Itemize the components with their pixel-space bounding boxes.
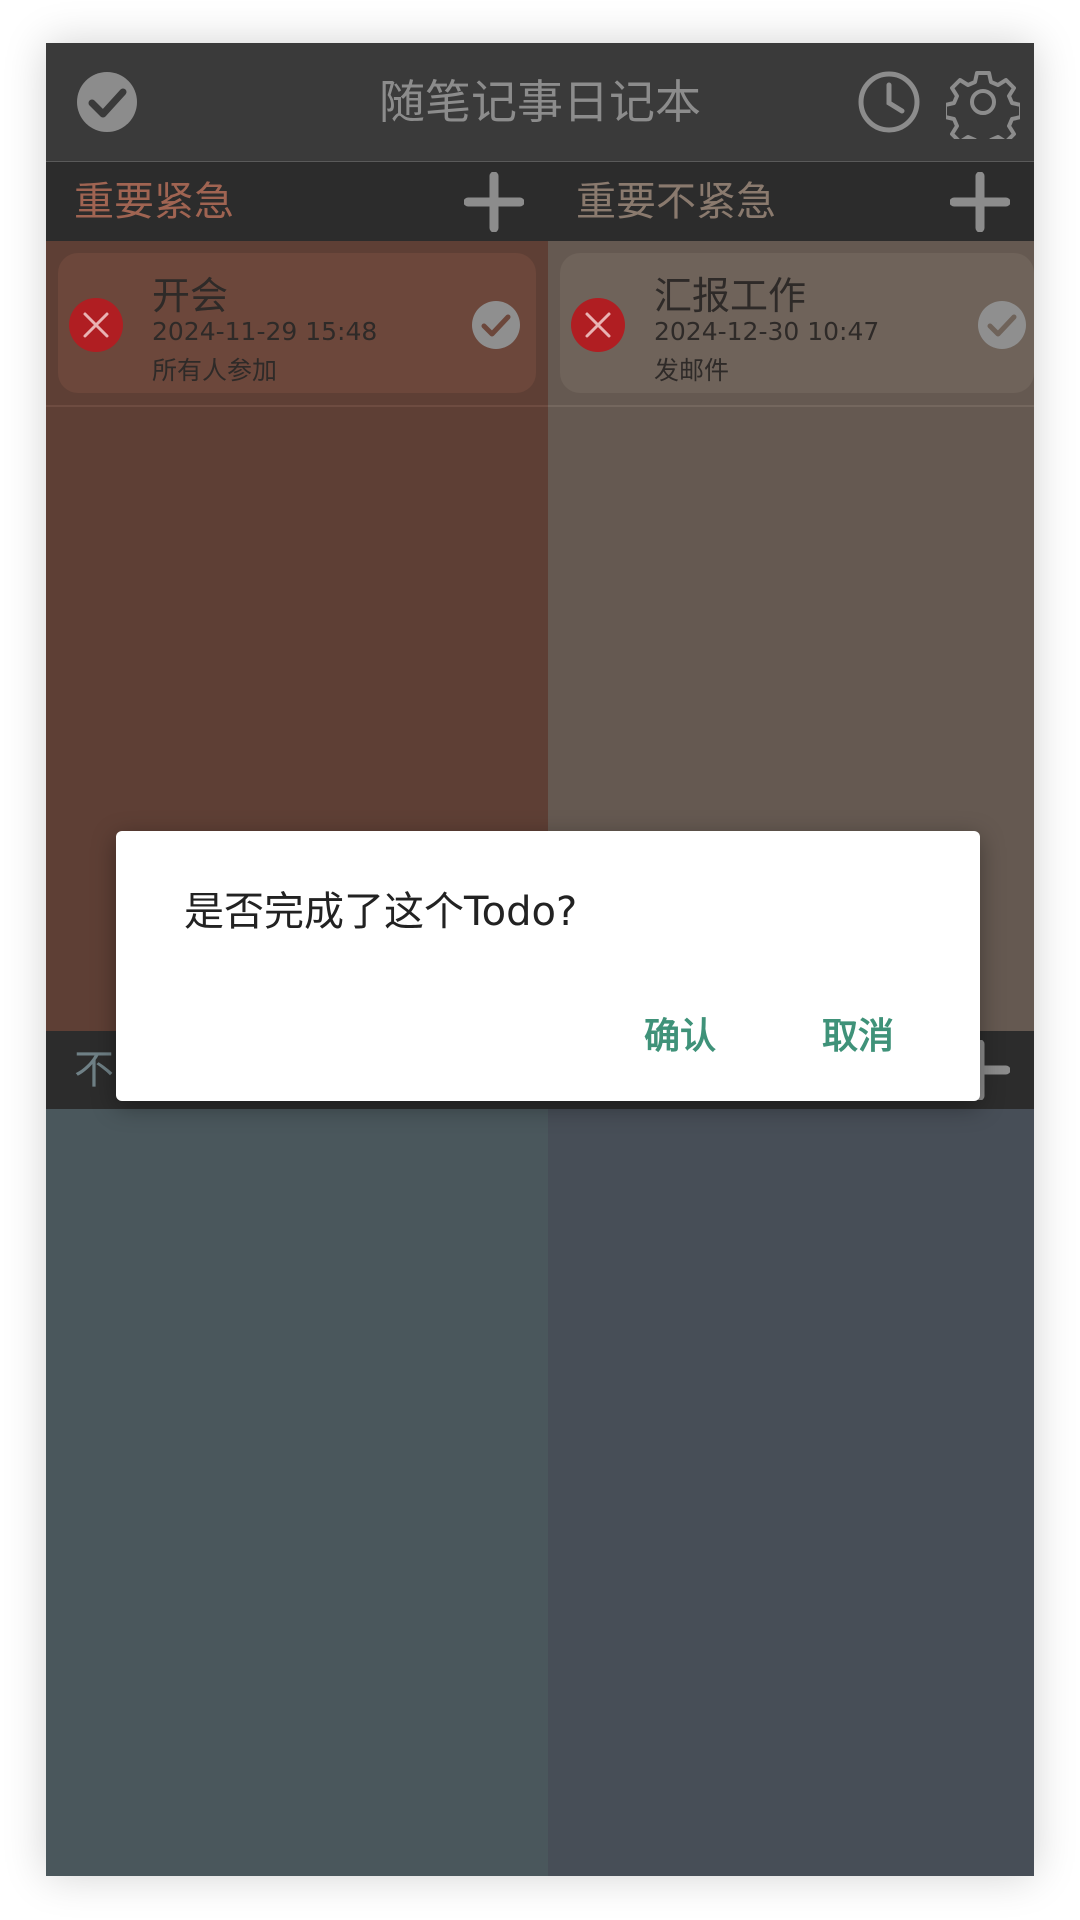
cancel-button[interactable]: 取消 [822, 1007, 894, 1059]
dialog-message: 是否完成了这个Todo? [184, 889, 578, 935]
confirm-button[interactable]: 确认 [644, 1007, 716, 1059]
phone-screen: 随笔记事日记本 重要紧急 开会 2024-11-29 15:48 所有人参加 重… [46, 43, 1034, 1876]
confirm-dialog: 是否完成了这个Todo? 确认 取消 [116, 831, 980, 1101]
